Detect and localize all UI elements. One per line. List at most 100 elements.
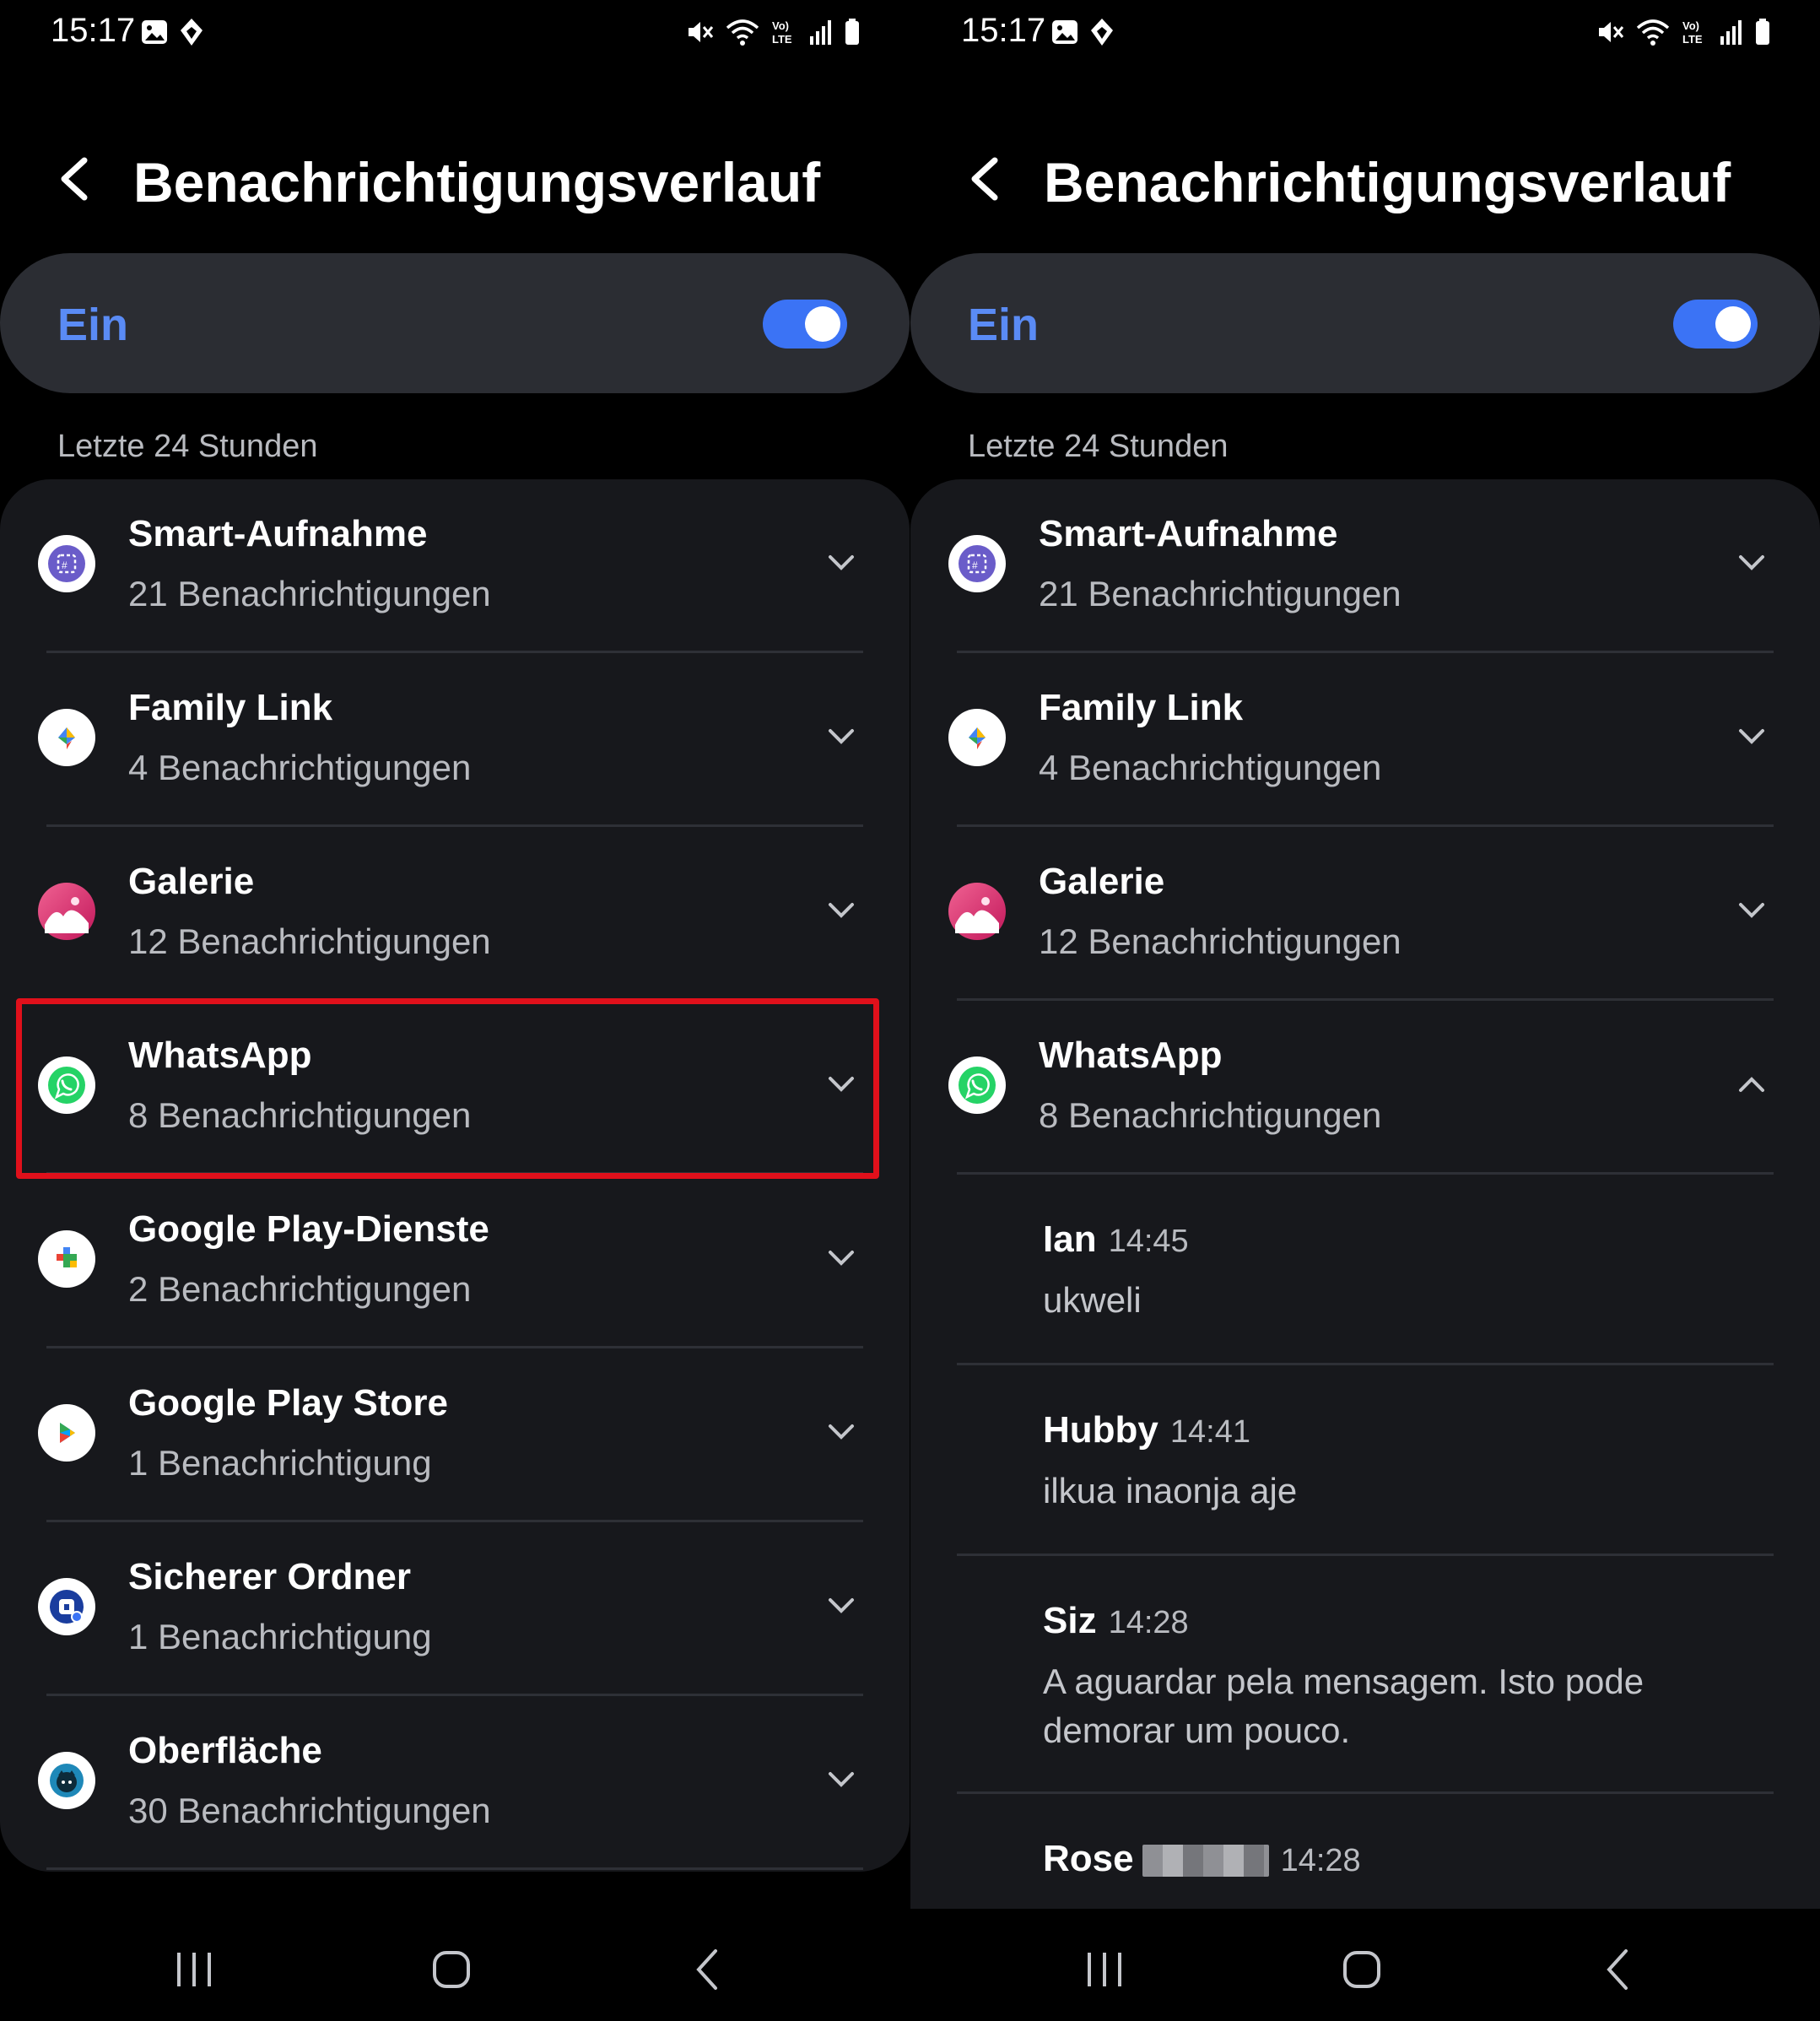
app-count: 21 Benachrichtigungen [1039, 574, 1401, 613]
app-row-family-link[interactable]: Family Link 4 Benachrichtigungen [0, 653, 910, 827]
app-name: Sicherer Ordner [128, 1556, 412, 1597]
section-label: Letzte 24 Stunden [57, 429, 318, 464]
divider [46, 1867, 863, 1870]
mute-icon [689, 22, 714, 42]
page-title: Benachrichtigungsverlauf [1044, 151, 1731, 213]
master-switch-label: Ein [968, 300, 1040, 350]
app-row-family-link[interactable]: Family Link 4 Benachrichtigungen [910, 653, 1820, 827]
chevron-down-icon[interactable] [824, 1762, 859, 1797]
status-bar: 15:17 Vo) LTE [0, 0, 910, 68]
left-screen: 15:17 Vo) LTE Benachrichtigungsverlauf Ei… [0, 0, 910, 2021]
app-row-oberflaeche[interactable]: Oberfläche 30 Benachrichtigungen [0, 1696, 910, 1870]
navigation-bar [910, 1909, 1820, 2021]
gallery-notification-icon [142, 20, 167, 44]
app-row-galerie[interactable]: Galerie 12 Benachrichtigungen [910, 827, 1820, 1001]
header: Benachrichtigungsverlauf [0, 135, 910, 228]
notification-item[interactable]: Hubby 14:41 ilkua inaonja aje [910, 1365, 1820, 1556]
chevron-down-icon[interactable] [1734, 719, 1769, 754]
notification-sender-line: Siz 14:28 [1043, 1600, 1189, 1642]
notification-item[interactable]: Ian 14:45 ukweli [910, 1175, 1820, 1365]
navigation-bar [0, 1909, 910, 2021]
one-ui-home-icon [38, 1752, 95, 1809]
home-icon[interactable] [426, 1944, 477, 1995]
wifi-icon [1636, 19, 1670, 46]
app-name: Google Play-Dienste [128, 1208, 489, 1250]
notification-item[interactable]: Siz 14:28 A aguardar pela mensagem. Isto … [910, 1556, 1820, 1794]
app-row-smart-aufnahme[interactable]: # Smart-Aufnahme 21 Benachrichtigungen [0, 479, 910, 653]
chevron-down-icon[interactable] [824, 545, 859, 581]
app-name: Oberfläche [128, 1730, 322, 1771]
svg-text:#: # [972, 559, 978, 571]
master-toggle-switch[interactable] [1673, 300, 1758, 349]
back-nav-icon[interactable] [683, 1944, 734, 1995]
notification-sender-line: Hubby 14:41 [1043, 1409, 1250, 1451]
app-count: 8 Benachrichtigungen [1039, 1095, 1382, 1135]
chevron-down-icon[interactable] [824, 1414, 859, 1450]
family-link-icon [948, 709, 1006, 766]
status-time: 15:17 [961, 12, 1046, 49]
chevron-down-icon[interactable] [1734, 545, 1769, 581]
back-nav-icon[interactable] [1594, 1944, 1644, 1995]
app-name: Smart-Aufnahme [128, 513, 428, 554]
back-arrow-icon[interactable] [961, 154, 1012, 204]
notification-time: 14:28 [1108, 1605, 1189, 1640]
app-count: 30 Benachrichtigungen [128, 1791, 491, 1830]
app-row-google-play-store[interactable]: Google Play Store 1 Benachrichtigung [0, 1348, 910, 1522]
app-name: Galerie [128, 861, 255, 902]
chevron-down-icon[interactable] [824, 719, 859, 754]
svg-text:#: # [62, 559, 68, 571]
chevron-down-icon[interactable] [824, 1588, 859, 1624]
svg-text:Vo): Vo) [772, 19, 789, 32]
section-label: Letzte 24 Stunden [968, 429, 1229, 464]
app-name: Galerie [1039, 861, 1165, 902]
chevron-down-icon[interactable] [824, 1067, 859, 1102]
notification-sender: Rose [1043, 1838, 1134, 1879]
app-row-sicherer-ordner[interactable]: Sicherer Ordner 1 Benachrichtigung [0, 1522, 910, 1696]
chevron-down-icon[interactable] [824, 1240, 859, 1276]
notification-time: 14:28 [1280, 1843, 1361, 1878]
master-switch-card[interactable]: Ein [910, 253, 1820, 393]
app-row-galerie[interactable]: Galerie 12 Benachrichtigungen [0, 827, 910, 1001]
master-switch-card[interactable]: Ein [0, 253, 910, 393]
chevron-up-icon[interactable] [1734, 1067, 1769, 1102]
right-screen: 15:17 Vo) LTE Benachrichtigungsverlauf Ei… [910, 0, 1820, 2021]
volte-icon: Vo)LTE [1682, 19, 1703, 46]
app-row-whatsapp-expanded[interactable]: WhatsApp 8 Benachrichtigungen [910, 1001, 1820, 1175]
volte-icon: Vo)LTE [772, 19, 792, 46]
smart-capture-icon: # [38, 535, 95, 592]
recent-apps-icon[interactable] [1079, 1944, 1130, 1995]
signal-icon [810, 20, 831, 45]
google-play-services-icon [38, 1230, 95, 1288]
chevron-down-icon[interactable] [1734, 893, 1769, 928]
app-row-smart-aufnahme[interactable]: # Smart-Aufnahme 21 Benachrichtigungen [910, 479, 1820, 653]
notification-item[interactable]: Rose 14:28 [910, 1794, 1820, 1914]
header: Benachrichtigungsverlauf [910, 135, 1820, 228]
app-list: # Smart-Aufnahme 21 Benachrichtigungen F… [910, 479, 1820, 1914]
back-arrow-icon[interactable] [51, 154, 101, 204]
wifi-icon [726, 19, 759, 46]
status-bar: 15:17 Vo) LTE [910, 0, 1820, 68]
notification-sender-line: Rose 14:28 [1043, 1838, 1361, 1880]
notification-sender-line: Ian 14:45 [1043, 1219, 1189, 1261]
app-list: # Smart-Aufnahme 21 Benachrichtigungen F… [0, 479, 910, 1872]
home-icon[interactable] [1337, 1944, 1387, 1995]
status-time: 15:17 [51, 12, 136, 49]
gallery-notification-icon [1052, 20, 1077, 44]
app-row-whatsapp[interactable]: WhatsApp 8 Benachrichtigungen [0, 1001, 910, 1175]
notification-sender: Hubby [1043, 1409, 1158, 1451]
mute-icon [1599, 22, 1624, 42]
whatsapp-icon [948, 1056, 1006, 1114]
chevron-down-icon[interactable] [824, 893, 859, 928]
page-title: Benachrichtigungsverlauf [133, 151, 821, 213]
google-play-store-icon [38, 1404, 95, 1462]
battery-icon [1756, 19, 1769, 45]
recent-apps-icon[interactable] [169, 1944, 219, 1995]
master-toggle-switch[interactable] [763, 300, 847, 349]
app-name: Family Link [1039, 687, 1244, 728]
notification-text: ukweli [1043, 1280, 1142, 1320]
app-row-google-play-dienste[interactable]: Google Play-Dienste 2 Benachrichtigungen [0, 1175, 910, 1348]
app-name: WhatsApp [128, 1035, 312, 1076]
redacted-name-block [1142, 1845, 1269, 1878]
toggle-knob [1715, 306, 1751, 342]
notification-sender: Ian [1043, 1219, 1097, 1260]
